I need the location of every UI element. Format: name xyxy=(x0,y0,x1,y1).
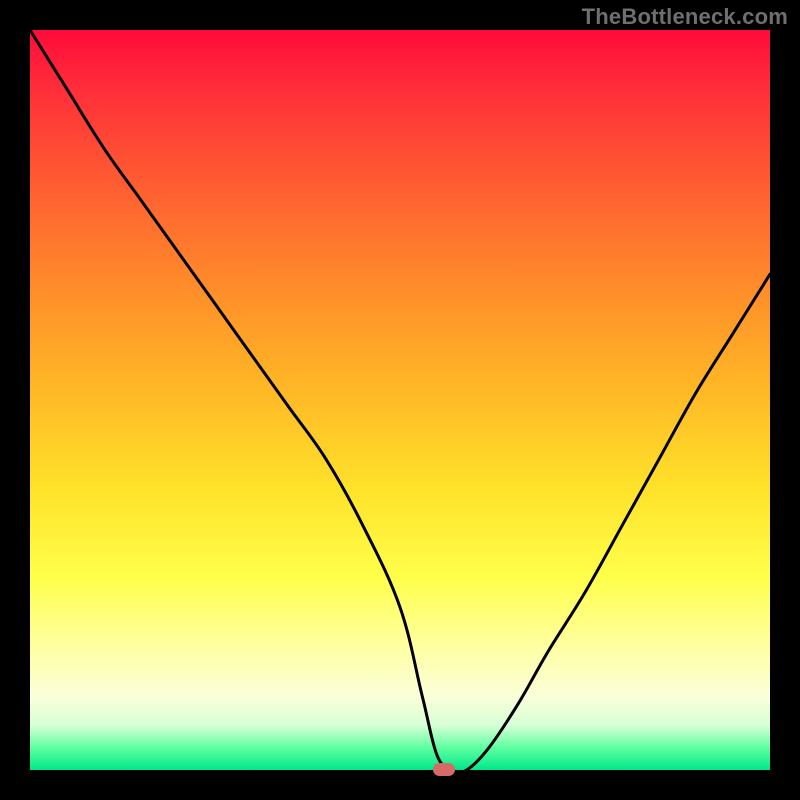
plot-area xyxy=(30,30,770,770)
watermark-text: TheBottleneck.com xyxy=(582,4,788,30)
chart-frame: TheBottleneck.com xyxy=(0,0,800,800)
optimal-point-marker xyxy=(433,763,455,776)
bottleneck-curve xyxy=(30,30,770,770)
